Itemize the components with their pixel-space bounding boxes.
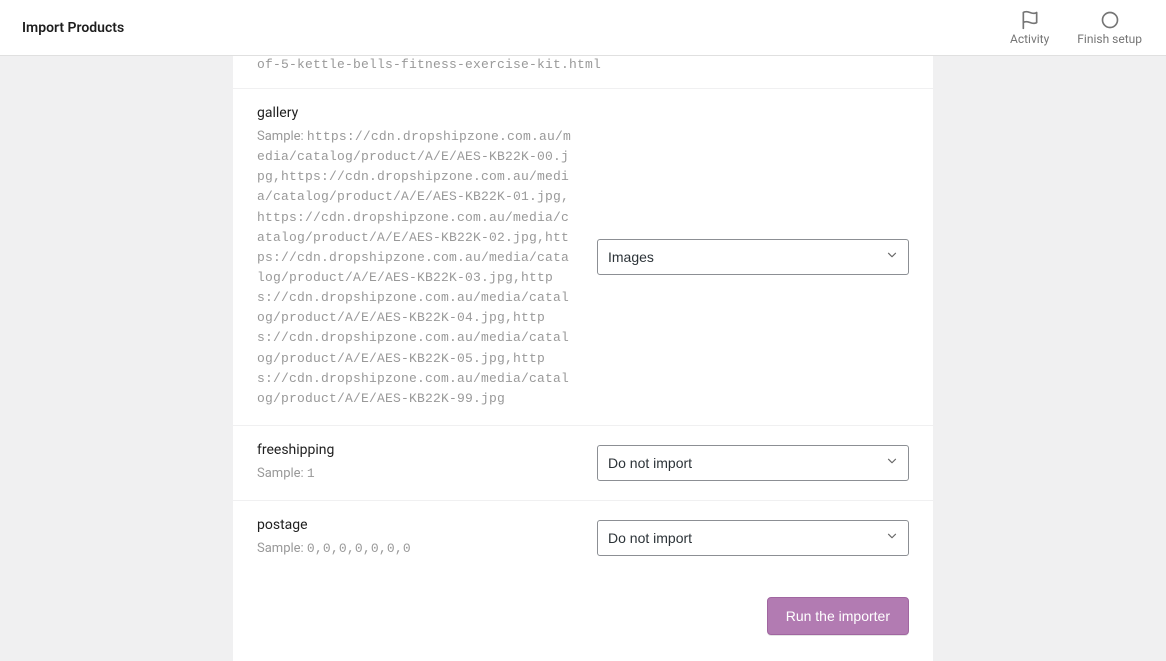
select-wrap: Do not import bbox=[597, 520, 909, 556]
sample-prefix: Sample: bbox=[257, 129, 307, 144]
partial-sample-fragment: of-5-kettle-bells-fitness-exercise-kit.h… bbox=[233, 56, 933, 89]
activity-label: Activity bbox=[1010, 32, 1049, 46]
topbar-actions: Activity Finish setup bbox=[1010, 10, 1142, 46]
field-sample-gallery: Sample: https://cdn.dropshipzone.com.au/… bbox=[257, 127, 577, 409]
mapping-row-gallery: gallery Sample: https://cdn.dropshipzone… bbox=[233, 89, 933, 426]
field-sample-freeshipping: Sample: 1 bbox=[257, 464, 577, 484]
run-importer-button[interactable]: Run the importer bbox=[767, 597, 909, 635]
activity-button[interactable]: Activity bbox=[1010, 10, 1049, 46]
sample-prefix: Sample: bbox=[257, 541, 307, 556]
select-wrap: Images bbox=[597, 239, 909, 275]
import-panel: of-5-kettle-bells-fitness-exercise-kit.h… bbox=[233, 56, 933, 661]
sample-value: 0,0,0,0,0,0,0 bbox=[307, 541, 411, 556]
flag-icon bbox=[1020, 10, 1040, 30]
finish-setup-button[interactable]: Finish setup bbox=[1077, 10, 1142, 46]
mapping-row-right: Do not import bbox=[597, 445, 909, 481]
footer-row: Run the importer bbox=[233, 575, 933, 661]
field-name-freeshipping: freeshipping bbox=[257, 442, 577, 458]
mapping-select-postage[interactable]: Do not import bbox=[597, 520, 909, 556]
partial-sample-text: of-5-kettle-bells-fitness-exercise-kit.h… bbox=[257, 57, 601, 72]
mapping-row-left: postage Sample: 0,0,0,0,0,0,0 bbox=[257, 517, 597, 559]
mapping-select-gallery[interactable]: Images bbox=[597, 239, 909, 275]
mapping-row-freeshipping: freeshipping Sample: 1 Do not import bbox=[233, 426, 933, 501]
select-wrap: Do not import bbox=[597, 445, 909, 481]
finish-setup-label: Finish setup bbox=[1077, 32, 1142, 46]
sample-value: https://cdn.dropshipzone.com.au/media/ca… bbox=[257, 129, 571, 406]
mapping-row-right: Do not import bbox=[597, 520, 909, 556]
sample-prefix: Sample: bbox=[257, 466, 307, 481]
page-title: Import Products bbox=[22, 20, 124, 36]
topbar: Import Products Activity Finish setup bbox=[0, 0, 1166, 56]
field-sample-postage: Sample: 0,0,0,0,0,0,0 bbox=[257, 539, 577, 559]
mapping-row-left: freeshipping Sample: 1 bbox=[257, 442, 597, 484]
sample-value: 1 bbox=[307, 466, 315, 481]
mapping-row-postage: postage Sample: 0,0,0,0,0,0,0 Do not imp… bbox=[233, 501, 933, 575]
mapping-row-left: gallery Sample: https://cdn.dropshipzone… bbox=[257, 105, 597, 409]
mapping-row-right: Images bbox=[597, 239, 909, 275]
mapping-select-freeshipping[interactable]: Do not import bbox=[597, 445, 909, 481]
field-name-gallery: gallery bbox=[257, 105, 577, 121]
field-name-postage: postage bbox=[257, 517, 577, 533]
circle-icon bbox=[1100, 10, 1120, 30]
